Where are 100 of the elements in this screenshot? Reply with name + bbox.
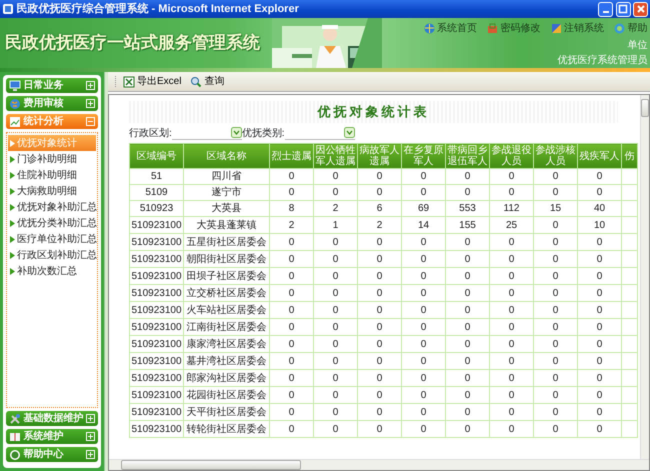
table-cell: 0 [314, 168, 358, 184]
triangle-icon [10, 172, 15, 178]
window-title: 民政优抚医疗综合管理系统 - Microsoft Internet Explorer [16, 2, 300, 17]
table-cell: 0 [358, 268, 402, 284]
table-cell: 0 [446, 336, 490, 352]
table-cell: 朝阳街社区居委会 [184, 250, 270, 268]
table-cell: 510923100 [130, 216, 184, 234]
table-cell: 0 [402, 420, 446, 438]
column-header: 病故军人遗属 [358, 144, 402, 168]
table-cell: 0 [446, 284, 490, 302]
table-cell: 0 [270, 168, 314, 184]
triangle-icon [10, 156, 15, 162]
table-cell: 0 [534, 284, 578, 302]
table-cell: 0 [402, 184, 446, 200]
window-icon [550, 22, 562, 34]
toolbar-button[interactable]: 查询 [186, 74, 228, 89]
sidebar-group-header[interactable]: 日常业务 [6, 78, 98, 93]
table-cell: 510923100 [130, 318, 184, 336]
table-cell: 0 [534, 352, 578, 370]
table-cell: 0 [270, 302, 314, 318]
table-cell: 0 [314, 318, 358, 336]
table-cell: 0 [490, 268, 534, 284]
table-cell: 0 [490, 370, 534, 386]
table-cell: 0 [402, 318, 446, 336]
table-cell: 0 [534, 216, 578, 234]
close-button[interactable] [633, 2, 648, 16]
vertical-scrollbar[interactable] [640, 95, 649, 459]
table-cell: 0 [358, 336, 402, 352]
table-cell: 0 [314, 386, 358, 404]
table-cell: 0 [358, 284, 402, 302]
table-cell: 0 [314, 302, 358, 318]
table-cell: 0 [270, 352, 314, 370]
table-cell: 江南街社区居委会 [184, 318, 270, 336]
sidebar-item[interactable]: 补助次数汇总 [8, 263, 96, 279]
header-link[interactable]: 密码修改 [487, 20, 540, 36]
book-icon [9, 430, 21, 442]
table-cell: 0 [446, 420, 490, 438]
sidebar-item[interactable]: 医疗单位补助汇总 [8, 231, 96, 247]
table-cell: 0 [270, 370, 314, 386]
table-cell: 0 [578, 404, 622, 420]
sidebar-item[interactable]: 优抚分类补助汇总 [8, 215, 96, 231]
column-header: 带病回乡退伍军人 [446, 144, 490, 168]
chart-icon [9, 116, 21, 128]
header-link[interactable]: 注销系统 [550, 20, 604, 36]
filter-label: 优抚类别: [242, 126, 285, 140]
table-cell: 五星街社区居委会 [184, 234, 270, 250]
select-field[interactable] [172, 126, 242, 140]
table-cell: 510923100 [130, 302, 184, 318]
table-cell: 0 [358, 318, 402, 336]
table-cell: 0 [358, 168, 402, 184]
table-cell: 转轮街社区居委会 [184, 420, 270, 438]
table-cell: 510923100 [130, 420, 184, 438]
sidebar-group-header[interactable]: 系统维护 [6, 429, 98, 444]
table-cell: 510923100 [130, 250, 184, 268]
table-cell: 0 [270, 404, 314, 420]
table-cell: 0 [314, 352, 358, 370]
table-cell: 0 [270, 420, 314, 438]
sidebar-item[interactable]: 行政区划补助汇总 [8, 247, 96, 263]
column-header: 伤 [622, 144, 638, 168]
table-cell: 0 [490, 318, 534, 336]
horizontal-scrollbar[interactable] [109, 459, 649, 470]
table-cell: 田坝子社区居委会 [184, 268, 270, 284]
table-cell: 0 [402, 352, 446, 370]
sidebar-group-header[interactable]: 基础数据维护 [6, 411, 98, 426]
header-link[interactable]: 帮助 [614, 20, 648, 36]
minimize-button[interactable] [598, 2, 613, 16]
triangle-icon [10, 236, 15, 242]
table-cell: 0 [490, 386, 534, 404]
table-cell: 0 [270, 234, 314, 250]
triangle-icon [10, 220, 15, 226]
filter-label: 行政区划: [129, 126, 172, 140]
table-cell: 火车站社区居委会 [184, 302, 270, 318]
table-cell: 0 [490, 234, 534, 250]
table-cell: 0 [490, 352, 534, 370]
column-header: 区域编号 [130, 144, 184, 168]
sidebar-item[interactable]: 门诊补助明细 [8, 151, 96, 167]
table-cell: 69 [402, 200, 446, 216]
sidebar-group-header[interactable]: 帮助中心 [6, 447, 98, 462]
table-cell: 0 [534, 336, 578, 352]
close-icon [636, 4, 646, 14]
table-cell: 0 [402, 370, 446, 386]
select-field[interactable] [284, 126, 355, 140]
toolbar-button[interactable]: 导出Excel [120, 74, 184, 89]
table-cell: 510923100 [130, 386, 184, 404]
table-cell: 8 [270, 200, 314, 216]
table-cell: 40 [578, 200, 622, 216]
table-cell: 0 [578, 386, 622, 404]
table-cell: 10 [578, 216, 622, 234]
table-cell: 0 [402, 386, 446, 404]
maximize-button[interactable] [616, 2, 630, 16]
sidebar-item[interactable]: 大病救助明细 [8, 183, 96, 199]
sidebar-group-header[interactable]: 费用审核 [6, 96, 98, 111]
table-cell: 0 [446, 184, 490, 200]
table-cell: 0 [270, 184, 314, 200]
table-cell: 立交桥社区居委会 [184, 284, 270, 302]
sidebar-item[interactable]: 住院补助明细 [8, 167, 96, 183]
table-cell: 510923100 [130, 336, 184, 352]
sidebar-item[interactable]: 优抚对象补助汇总 [8, 199, 96, 215]
table-cell: 14 [402, 216, 446, 234]
header-link[interactable]: 系统首页 [424, 20, 477, 36]
